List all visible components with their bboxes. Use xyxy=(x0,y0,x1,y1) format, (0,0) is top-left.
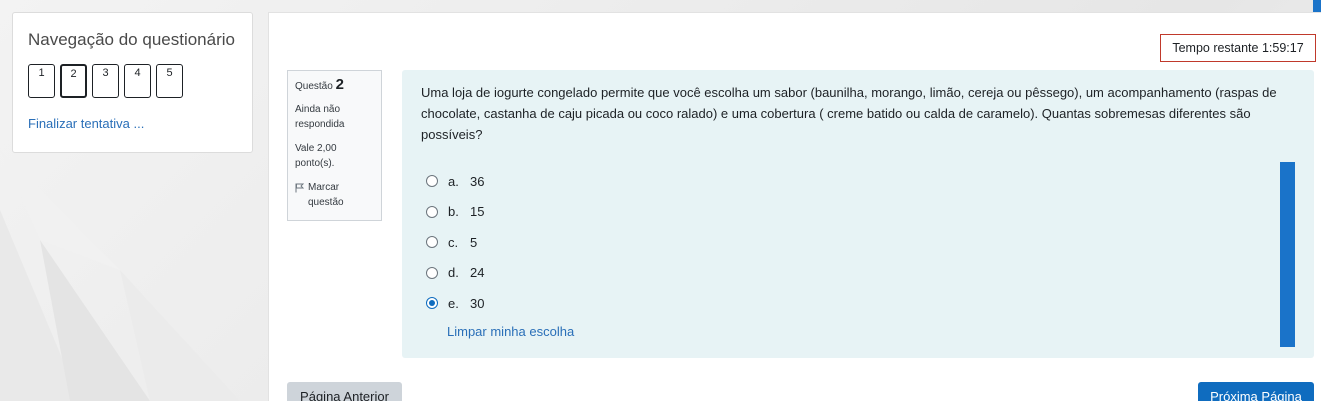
radio-button-selected[interactable] xyxy=(426,297,438,310)
finish-attempt-link[interactable]: Finalizar tentativa ... xyxy=(28,116,144,131)
flag-label: Marcar questão xyxy=(308,182,344,208)
question-number: 2 xyxy=(335,76,344,93)
question-nav-label: 4 xyxy=(134,67,141,79)
question-nav-button-2[interactable]: 2 xyxy=(60,64,87,98)
flag-question-toggle[interactable]: Marcar questão xyxy=(295,180,374,210)
question-formulation: Uma loja de iogurte congelado permite qu… xyxy=(402,70,1314,358)
quiz-navigation-block: Navegação do questionário 1 2 3 4 5 Fina… xyxy=(12,12,253,153)
answer-value: 15 xyxy=(470,204,485,220)
radio-button[interactable] xyxy=(426,175,438,188)
answer-option-a[interactable]: a. 36 xyxy=(426,166,484,197)
next-page-button[interactable]: Próxima Página xyxy=(1198,382,1314,401)
previous-page-button[interactable]: Página Anterior xyxy=(287,382,402,401)
answer-value: 24 xyxy=(470,265,485,281)
question-text: Uma loja de iogurte congelado permite qu… xyxy=(421,85,1277,142)
question-nav-button-5[interactable]: 5 xyxy=(156,64,183,98)
question-nav-label: 2 xyxy=(70,68,77,80)
question-state: Ainda não respondida xyxy=(295,104,345,130)
answer-value: 5 xyxy=(470,234,478,250)
answer-option-e[interactable]: e. 30 xyxy=(426,288,484,319)
answer-letter: d. xyxy=(448,265,459,281)
question-grade: Vale 2,00 ponto(s). xyxy=(295,143,337,169)
question-nav-label: 3 xyxy=(102,67,109,79)
flag-icon xyxy=(295,183,304,193)
question-nav-buttons: 1 2 3 4 5 xyxy=(28,64,183,98)
answer-letter: b. xyxy=(448,204,459,220)
radio-button[interactable] xyxy=(426,266,438,279)
main-content: Tempo restante 1:59:17 Questão 2 Ainda n… xyxy=(268,12,1321,401)
time-remaining: Tempo restante 1:59:17 xyxy=(1160,34,1316,62)
question-info: Questão 2 Ainda não respondida Vale 2,00… xyxy=(287,70,382,221)
answer-option-b[interactable]: b. 15 xyxy=(426,197,484,228)
radio-button[interactable] xyxy=(426,236,438,249)
radio-button[interactable] xyxy=(426,205,438,218)
question-nav-button-1[interactable]: 1 xyxy=(28,64,55,98)
answer-letter: a. xyxy=(448,173,459,189)
answer-value: 36 xyxy=(470,173,485,189)
question-nav-button-4[interactable]: 4 xyxy=(124,64,151,98)
question-number-row: Questão 2 xyxy=(295,77,374,94)
question-nav-button-3[interactable]: 3 xyxy=(92,64,119,98)
clear-choice-link[interactable]: Limpar minha escolha xyxy=(447,324,574,339)
answer-value: 30 xyxy=(470,295,485,311)
question-nav-label: 5 xyxy=(166,67,173,79)
answer-letter: e. xyxy=(448,295,459,311)
answer-option-d[interactable]: d. 24 xyxy=(426,258,484,289)
background-pattern xyxy=(0,150,240,401)
answer-options: a. 36 b. 15 c. 5 d. 24 e. 30 xyxy=(426,166,484,319)
scrollbar[interactable] xyxy=(1280,162,1295,347)
answer-option-c[interactable]: c. 5 xyxy=(426,227,484,258)
quiz-navigation-title: Navegação do questionário xyxy=(28,30,235,49)
question-nav-label: 1 xyxy=(38,67,45,79)
answer-letter: c. xyxy=(448,234,459,250)
question-prefix: Questão xyxy=(295,81,333,92)
